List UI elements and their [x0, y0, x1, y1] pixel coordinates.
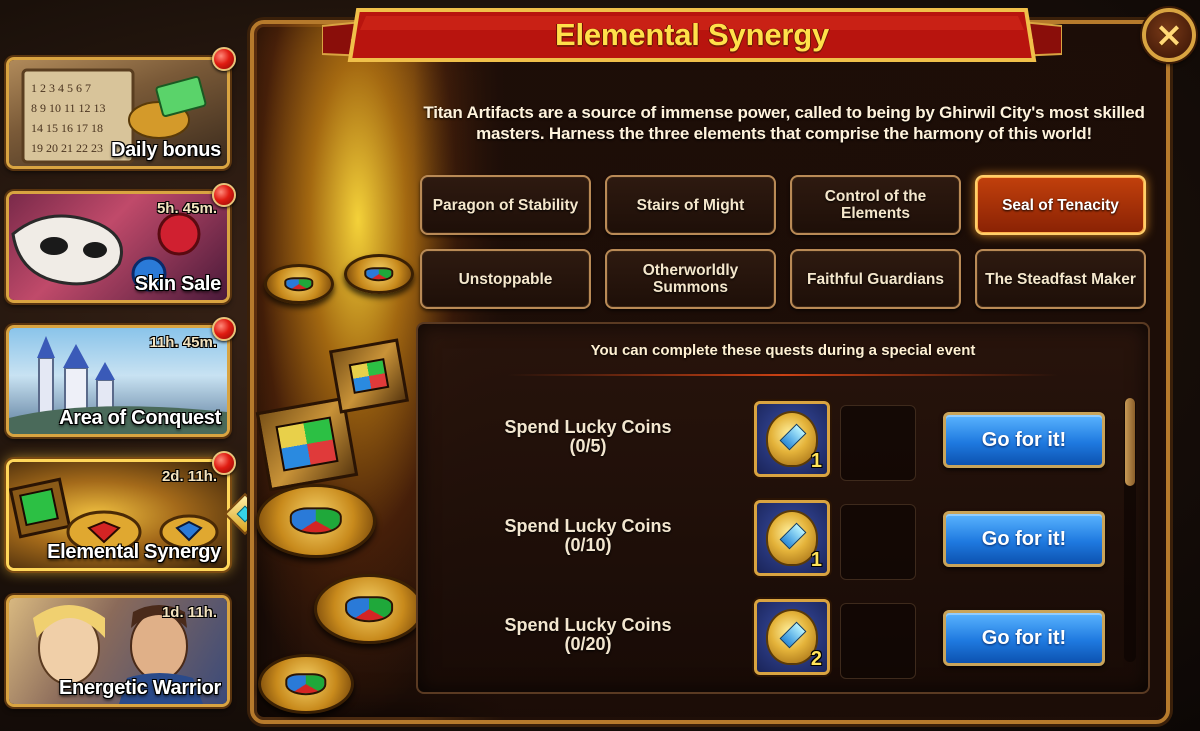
tab-stairs-of-might[interactable]: Stairs of Might	[605, 175, 776, 235]
quest-name: Spend Lucky Coins	[504, 417, 672, 437]
artifact-coin-icon	[344, 254, 414, 294]
quest-row: Spend Lucky Coins (0/5) 1 Go for it!	[418, 398, 1152, 481]
quest-row: Spend Lucky Coins (0/20) 2 Go for it!	[418, 596, 1152, 679]
empty-reward-slot	[840, 603, 916, 679]
tab-control-of-the-elements[interactable]: Control of the Elements	[790, 175, 961, 235]
go-for-it-button[interactable]: Go for it!	[943, 610, 1105, 666]
notification-badge	[212, 317, 236, 341]
artifact-coin-icon	[256, 484, 376, 558]
sidebar-item-elemental-synergy[interactable]: 2d. 11h. Elemental Synergy	[6, 459, 230, 571]
artifact-coin-icon	[264, 264, 334, 304]
quest-progress: (0/5)	[569, 436, 607, 456]
artifact-coin-icon	[314, 574, 424, 644]
quest-list-panel: You can complete these quests during a s…	[416, 322, 1150, 694]
notification-badge	[212, 47, 236, 71]
artifact-coin-icon	[258, 654, 354, 714]
quest-title: Spend Lucky Coins (0/20)	[478, 616, 698, 654]
sidebar-item-skin-sale[interactable]: 5h. 45m. Skin Sale	[6, 191, 230, 303]
reward-count: 2	[810, 648, 822, 670]
quest-title: Spend Lucky Coins (0/5)	[478, 418, 698, 456]
empty-reward-slot	[840, 504, 916, 580]
svg-text:1 2 3 4 5 6 7: 1 2 3 4 5 6 7	[31, 81, 91, 95]
title-banner: Elemental Synergy	[322, 4, 1062, 70]
quest-scrollbar[interactable]	[1124, 398, 1136, 662]
scrollbar-thumb[interactable]	[1125, 398, 1135, 486]
sidebar-item-label: Elemental Synergy	[47, 541, 221, 563]
quest-name: Spend Lucky Coins	[504, 516, 672, 536]
go-for-it-button[interactable]: Go for it!	[943, 511, 1105, 567]
notification-badge	[212, 451, 236, 475]
sidebar-item-label: Daily bonus	[110, 139, 221, 161]
divider	[508, 374, 1058, 376]
reward-count: 1	[810, 450, 822, 472]
close-button[interactable]: ×	[1142, 8, 1196, 62]
close-icon: ×	[1154, 15, 1184, 55]
reward-slot[interactable]: 1	[754, 401, 830, 477]
quest-progress: (0/20)	[564, 634, 612, 654]
event-description: Titan Artifacts are a source of immense …	[423, 103, 1145, 143]
sidebar-item-label: Area of Conquest	[59, 407, 221, 429]
svg-text:19 20 21 22 23: 19 20 21 22 23	[31, 141, 103, 155]
reward-slot[interactable]: 1	[754, 500, 830, 576]
tab-the-steadfast-maker[interactable]: The Steadfast Maker	[975, 249, 1146, 309]
go-for-it-button[interactable]: Go for it!	[943, 412, 1105, 468]
reward-slot[interactable]: 2	[754, 599, 830, 675]
quest-title: Spend Lucky Coins (0/10)	[478, 517, 698, 555]
sidebar-item-label: Skin Sale	[134, 273, 222, 295]
page-title: Elemental Synergy	[555, 17, 829, 52]
sidebar-item-energetic-warrior[interactable]: 1d. 11h. Energetic Warrior	[6, 595, 230, 707]
notification-badge	[212, 183, 236, 207]
tab-seal-of-tenacity[interactable]: Seal of Tenacity	[975, 175, 1146, 235]
tab-unstoppable[interactable]: Unstoppable	[420, 249, 591, 309]
artifact-frame-icon	[328, 338, 410, 414]
reward-count: 1	[810, 549, 822, 571]
sidebar-item-daily-bonus[interactable]: 1 2 3 4 5 6 7 8 9 10 11 12 13 14 15 16 1…	[6, 57, 230, 169]
svg-text:8 9 10 11 12 13: 8 9 10 11 12 13	[31, 101, 106, 115]
tab-paragon-of-stability[interactable]: Paragon of Stability	[420, 175, 591, 235]
svg-text:14 15 16 17 18: 14 15 16 17 18	[31, 121, 103, 135]
tab-otherworldly-summons[interactable]: Otherworldly Summons	[605, 249, 776, 309]
quest-progress: (0/10)	[564, 535, 612, 555]
quest-name: Spend Lucky Coins	[504, 615, 672, 635]
sidebar-item-label: Energetic Warrior	[59, 677, 221, 699]
empty-reward-slot	[840, 405, 916, 481]
quest-row: Spend Lucky Coins (0/10) 1 Go for it!	[418, 497, 1152, 580]
event-timer: 2d. 11h.	[161, 468, 217, 485]
quests-header: You can complete these quests during a s…	[590, 342, 976, 359]
event-timer: 11h. 45m.	[149, 334, 217, 351]
tab-faithful-guardians[interactable]: Faithful Guardians	[790, 249, 961, 309]
event-timer: 5h. 45m.	[156, 200, 217, 217]
event-timer: 1d. 11h.	[161, 604, 217, 621]
sidebar-item-area-of-conquest[interactable]: 11h. 45m. Area of Conquest	[6, 325, 230, 437]
